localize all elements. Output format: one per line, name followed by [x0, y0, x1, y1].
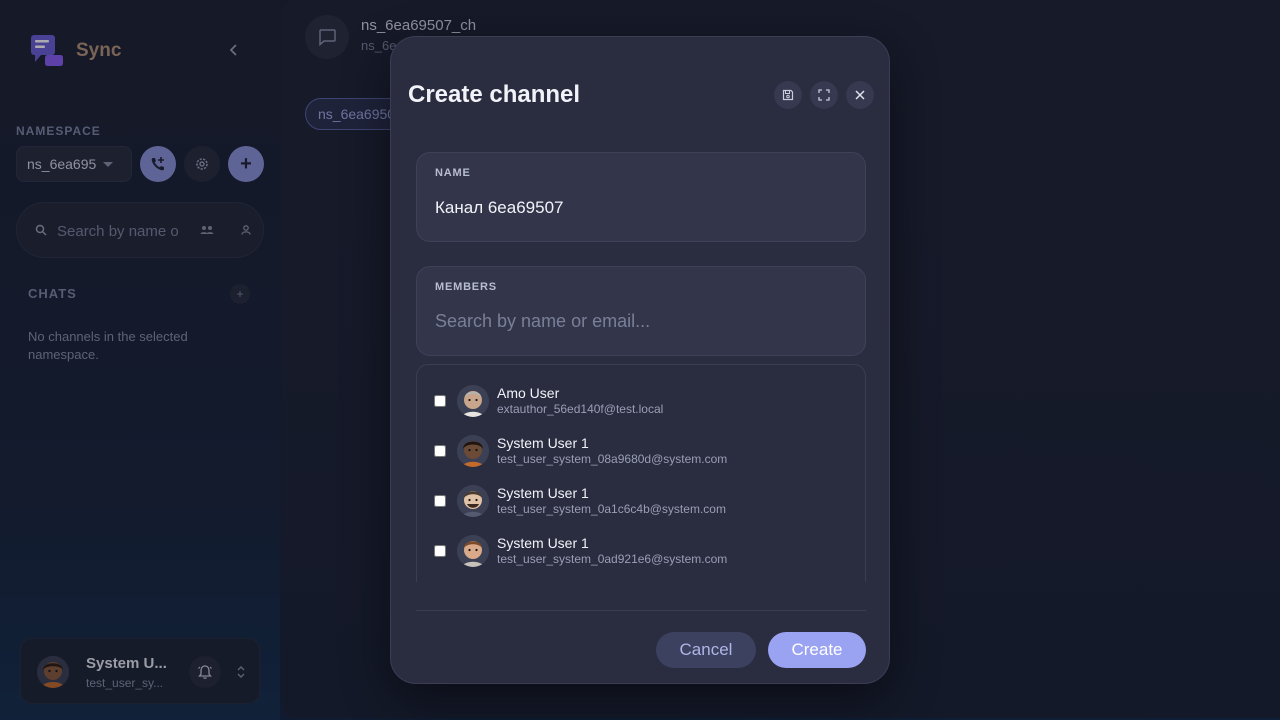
save-icon: [782, 89, 794, 101]
avatar: [457, 485, 489, 517]
close-icon: [855, 90, 865, 100]
member-name: Amo User: [497, 385, 560, 401]
avatar: [457, 435, 489, 467]
footer-divider: [416, 610, 866, 611]
member-name: System User 1: [497, 435, 589, 451]
user-avatar-icon: [457, 385, 489, 417]
member-email: extauthor_56ed140f@test.local: [497, 402, 664, 416]
user-avatar-icon: [457, 485, 489, 517]
list-item[interactable]: System User 1 test_user_system_0a1c6c4b@…: [417, 470, 865, 520]
avatar: [457, 535, 489, 567]
member-email: test_user_system_0ad921e6@system.com: [497, 552, 728, 566]
list-item[interactable]: System User 1 test_user_system_08a9680d@…: [417, 420, 865, 470]
close-button[interactable]: [846, 81, 874, 109]
members-field: MEMBERS: [416, 266, 866, 356]
member-checkbox[interactable]: [434, 495, 446, 507]
fullscreen-icon: [818, 89, 830, 101]
user-avatar-icon: [457, 435, 489, 467]
member-checkbox[interactable]: [434, 545, 446, 557]
name-field: NAME: [416, 152, 866, 242]
user-avatar-icon: [457, 535, 489, 567]
avatar: [457, 385, 489, 417]
list-item[interactable]: System User 1 test_user_system_0ad921e6@…: [417, 520, 865, 570]
member-email: test_user_system_0a1c6c4b@system.com: [497, 502, 726, 516]
member-checkbox[interactable]: [434, 445, 446, 457]
fullscreen-button[interactable]: [810, 81, 838, 109]
members-list[interactable]: Amo User extauthor_56ed140f@test.local S…: [416, 364, 866, 582]
name-label: NAME: [435, 167, 471, 179]
members-label: MEMBERS: [435, 281, 497, 293]
members-search-input[interactable]: [435, 309, 845, 335]
create-channel-dialog: Create channel NAME MEMBERS: [390, 36, 890, 684]
create-button[interactable]: Create: [768, 632, 866, 668]
dialog-title: Create channel: [408, 81, 581, 108]
member-name: System User 1: [497, 485, 589, 501]
member-email: test_user_system_08a9680d@system.com: [497, 452, 728, 466]
list-item[interactable]: Amo User extauthor_56ed140f@test.local: [417, 370, 865, 420]
member-name: System User 1: [497, 535, 589, 551]
cancel-button[interactable]: Cancel: [656, 632, 756, 668]
member-checkbox[interactable]: [434, 395, 446, 407]
save-draft-button[interactable]: [774, 81, 802, 109]
channel-name-input[interactable]: [435, 195, 845, 221]
